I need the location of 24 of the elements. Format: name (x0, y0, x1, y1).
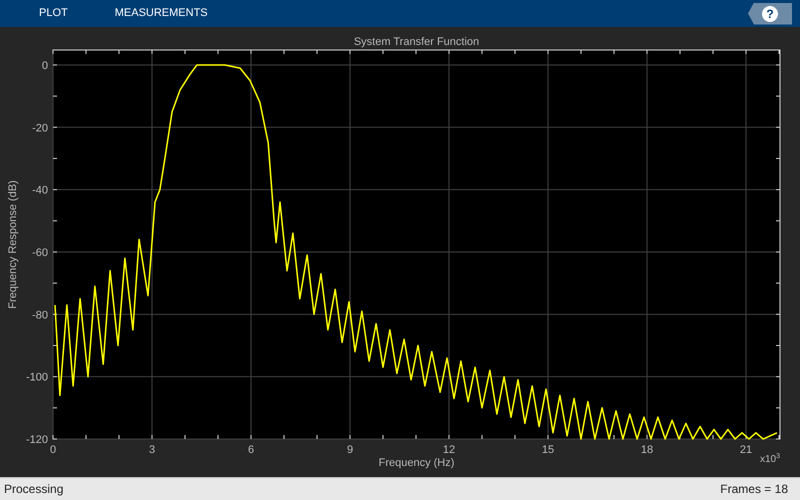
y-tick-label: -100 (26, 372, 48, 384)
y-tick-label: -60 (32, 246, 48, 259)
x-tick-label: 15 (542, 444, 554, 456)
x-tick-label: 0 (50, 444, 56, 456)
y-tick-label: 0 (42, 60, 48, 72)
chart-title: System Transfer Function (354, 36, 480, 48)
y-tick-label: -80 (32, 309, 48, 322)
axis-exponent: x10$^{3}$ (760, 453, 780, 465)
x-tick-label: 21 (740, 444, 752, 456)
x-tick-label: 6 (248, 444, 254, 456)
x-tick-label: 9 (346, 444, 354, 456)
toolstrip-tab[interactable]: MEASUREMENTS (114, 5, 208, 22)
help-button[interactable]: ? (748, 2, 792, 24)
y-axis-label: Frequency Response (dB) (7, 180, 19, 309)
y-tick-label: -40 (32, 184, 48, 197)
x-tick-label: 12 (442, 444, 456, 456)
status-text: Processing (4, 481, 64, 498)
toolstrip-tab[interactable]: PLOT (39, 5, 68, 22)
x-axis-label: Frequency (Hz) (378, 457, 454, 469)
y-tick-label: -20 (32, 122, 48, 134)
x-tick-label: 18 (640, 444, 654, 456)
frames-count: Frames = 18 (720, 481, 788, 498)
y-tick-label: -120 (26, 434, 48, 446)
x-tick-label: 3 (148, 444, 156, 456)
